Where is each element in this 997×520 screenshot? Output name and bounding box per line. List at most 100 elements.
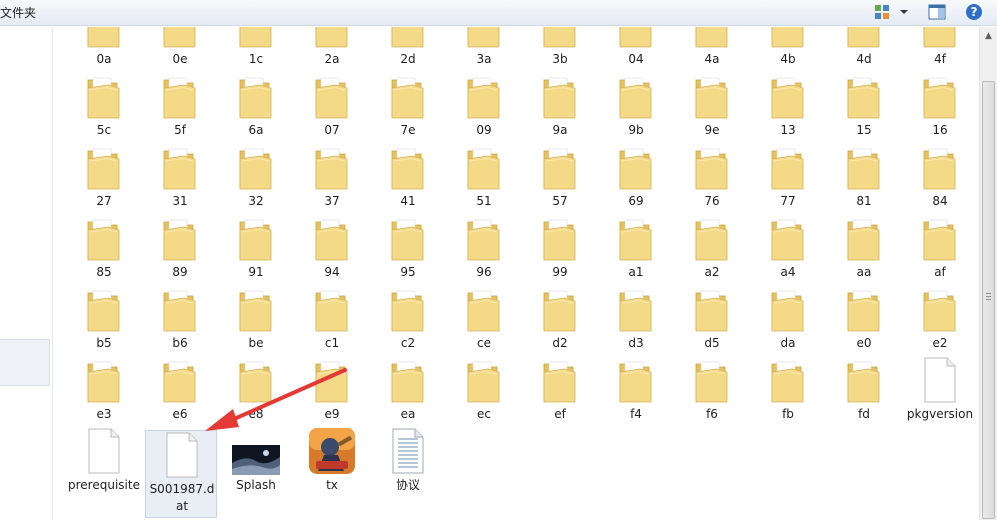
item-label: 94 — [324, 265, 340, 279]
folder-item[interactable]: 9b — [600, 72, 672, 140]
folder-item[interactable]: 04 — [600, 27, 672, 69]
folder-item[interactable]: 57 — [524, 143, 596, 211]
folder-item[interactable]: 0a — [68, 27, 140, 69]
folder-item[interactable]: fd — [828, 356, 900, 424]
item-label: da — [780, 336, 796, 350]
folder-icon — [466, 27, 502, 49]
view-options-icon[interactable] — [872, 2, 892, 22]
folder-item[interactable]: 3a — [448, 27, 520, 69]
folder-item[interactable]: ea — [372, 356, 444, 424]
folder-item[interactable]: 2a — [296, 27, 368, 69]
folder-item[interactable]: 27 — [68, 143, 140, 211]
folder-item[interactable]: 41 — [372, 143, 444, 211]
help-icon[interactable]: ? — [963, 2, 985, 22]
folder-item[interactable]: ec — [448, 356, 520, 424]
preview-pane-icon[interactable] — [926, 2, 948, 22]
nav-pane-selected-item[interactable] — [0, 339, 50, 386]
folder-item[interactable]: 7e — [372, 72, 444, 140]
folder-item[interactable]: 15 — [828, 72, 900, 140]
folder-icon — [922, 27, 958, 49]
folder-item[interactable]: b5 — [68, 285, 140, 353]
svg-text:?: ? — [971, 5, 978, 19]
folder-item[interactable]: 2d — [372, 27, 444, 69]
folder-item[interactable]: 4b — [752, 27, 824, 69]
folder-item[interactable]: c2 — [372, 285, 444, 353]
folder-item[interactable]: 51 — [448, 143, 520, 211]
folder-item[interactable]: 69 — [600, 143, 672, 211]
vertical-scrollbar[interactable]: ▲ — [979, 27, 997, 520]
folder-item[interactable]: aa — [828, 214, 900, 282]
folder-item[interactable]: 0e — [144, 27, 216, 69]
folder-item[interactable]: b6 — [144, 285, 216, 353]
folder-item[interactable]: 6a — [220, 72, 292, 140]
folder-item[interactable]: 4f — [904, 27, 976, 69]
item-label: f4 — [630, 407, 642, 421]
folder-item[interactable]: 77 — [752, 143, 824, 211]
item-label: 1c — [248, 52, 264, 66]
folder-item[interactable]: 09 — [448, 72, 520, 140]
folder-item[interactable]: 84 — [904, 143, 976, 211]
scroll-up-arrow-icon[interactable]: ▲ — [980, 27, 997, 44]
folder-item[interactable]: be — [220, 285, 292, 353]
folder-item[interactable]: a1 — [600, 214, 672, 282]
file-item[interactable]: Splash — [220, 427, 292, 515]
folder-item[interactable]: 4d — [828, 27, 900, 69]
folder-item[interactable]: 95 — [372, 214, 444, 282]
folder-icon — [390, 214, 426, 262]
folder-item[interactable]: 85 — [68, 214, 140, 282]
folder-item[interactable]: 3b — [524, 27, 596, 69]
folder-item[interactable]: 5c — [68, 72, 140, 140]
folder-item[interactable]: 99 — [524, 214, 596, 282]
item-label: e2 — [932, 336, 948, 350]
item-label: 6a — [248, 123, 264, 137]
folder-icon — [846, 214, 882, 262]
folder-item[interactable]: d3 — [600, 285, 672, 353]
folder-item[interactable]: da — [752, 285, 824, 353]
folder-item[interactable]: af — [904, 214, 976, 282]
folder-item[interactable]: 94 — [296, 214, 368, 282]
scrollbar-thumb[interactable] — [982, 81, 995, 519]
folder-item[interactable]: 1c — [220, 27, 292, 69]
file-item[interactable]: prerequisite — [68, 427, 140, 515]
folder-item[interactable]: fb — [752, 356, 824, 424]
folder-item[interactable]: 5f — [144, 72, 216, 140]
folder-item[interactable]: f6 — [676, 356, 748, 424]
file-item[interactable]: pkgversion — [904, 356, 976, 444]
folder-item[interactable]: 13 — [752, 72, 824, 140]
folder-icon — [86, 72, 122, 120]
folder-item[interactable]: d5 — [676, 285, 748, 353]
item-label: 99 — [552, 265, 568, 279]
folder-item[interactable]: e3 — [68, 356, 140, 424]
folder-item[interactable]: 9e — [676, 72, 748, 140]
file-item[interactable]: tx — [296, 427, 368, 515]
folder-item[interactable]: 89 — [144, 214, 216, 282]
file-item[interactable]: S001987.dat — [145, 430, 217, 518]
item-label: 31 — [172, 194, 188, 208]
folder-item[interactable]: ef — [524, 356, 596, 424]
folder-item[interactable]: 16 — [904, 72, 976, 140]
folder-item[interactable]: 91 — [220, 214, 292, 282]
file-item[interactable]: 协议 — [372, 427, 444, 515]
folder-item[interactable]: ce — [448, 285, 520, 353]
folder-item[interactable]: d2 — [524, 285, 596, 353]
folder-item[interactable]: c1 — [296, 285, 368, 353]
folder-item[interactable]: 4a — [676, 27, 748, 69]
folder-item[interactable]: 07 — [296, 72, 368, 140]
folder-item[interactable]: 81 — [828, 143, 900, 211]
file-list[interactable]: 0a 0e 1c 2a 2d 3a 3b 04 4a 4b 4d 4f 5c 5f 6a 07 7e 09 9a 9b… — [54, 27, 979, 520]
folder-item[interactable]: e0 — [828, 285, 900, 353]
item-label: prerequisite — [68, 478, 140, 492]
folder-item[interactable]: 31 — [144, 143, 216, 211]
folder-item[interactable]: e2 — [904, 285, 976, 353]
view-dropdown-chevron-icon[interactable] — [896, 2, 912, 22]
folder-icon — [390, 27, 426, 49]
folder-item[interactable]: f4 — [600, 356, 672, 424]
folder-item[interactable]: a4 — [752, 214, 824, 282]
folder-item[interactable]: 32 — [220, 143, 292, 211]
folder-item[interactable]: 96 — [448, 214, 520, 282]
folder-item[interactable]: 9a — [524, 72, 596, 140]
folder-item[interactable]: a2 — [676, 214, 748, 282]
folder-item[interactable]: 37 — [296, 143, 368, 211]
folder-item[interactable]: 76 — [676, 143, 748, 211]
navigation-pane[interactable] — [0, 27, 53, 520]
